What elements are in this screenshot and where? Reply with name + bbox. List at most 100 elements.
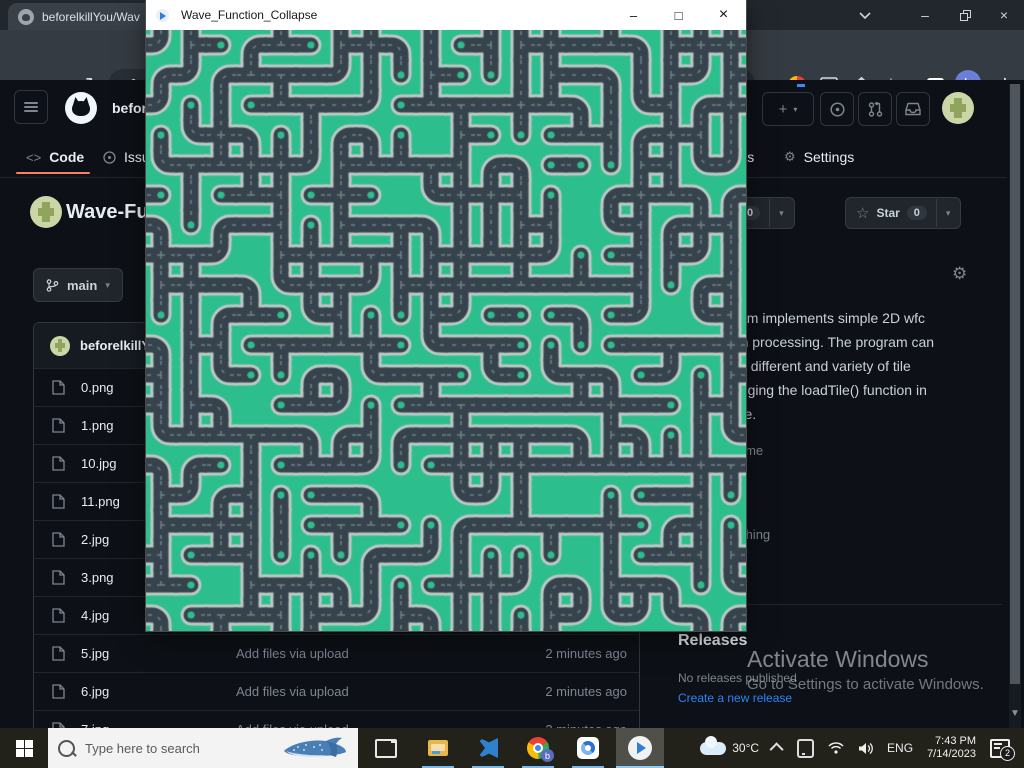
processing-icon (577, 737, 599, 759)
whale-shark-image (282, 735, 348, 761)
app-title-bar[interactable]: Wave_Function_Collapse – □ × (146, 0, 746, 30)
language-indicator[interactable]: ENG (880, 728, 920, 768)
inbox-icon[interactable] (896, 92, 930, 126)
wifi-icon (828, 742, 844, 754)
search-placeholder: Type here to search (85, 741, 282, 756)
temperature: 30°C (732, 741, 759, 755)
branch-icon (46, 279, 59, 292)
browser-close-button[interactable]: × (984, 0, 1024, 30)
phone-link-button[interactable] (790, 728, 821, 768)
app-close-button[interactable]: × (701, 0, 746, 30)
active-tab-underline (16, 172, 90, 174)
github-favicon (18, 9, 34, 25)
branch-selector[interactable]: main ▾ (33, 268, 123, 302)
file-row[interactable]: 6.jpg Add files via upload 2 minutes ago (34, 672, 639, 710)
star-icon: ☆ (856, 204, 869, 222)
vscode-icon (478, 738, 498, 758)
play-app-icon (628, 736, 652, 760)
file-icon (52, 380, 68, 395)
create-new-button[interactable]: + ▾ (762, 92, 814, 126)
star-count: 0 (907, 206, 927, 220)
volume-button[interactable] (851, 728, 880, 768)
user-avatar[interactable] (942, 92, 974, 124)
about-gear-icon[interactable]: ⚙ (952, 264, 967, 284)
app-minimize-button[interactable]: – (611, 0, 656, 30)
chevron-up-icon (770, 742, 784, 756)
browser-minimize-button[interactable]: – (905, 0, 945, 30)
wifi-button[interactable] (821, 728, 851, 768)
file-icon (52, 684, 68, 699)
issue-dot-icon (103, 151, 116, 164)
file-icon (52, 418, 68, 433)
repo-avatar (30, 196, 62, 228)
committer-avatar (50, 336, 70, 356)
chrome-button[interactable]: b (516, 728, 560, 768)
releases-heading: Releases (678, 632, 747, 650)
notification-icon: 2 (990, 739, 1010, 758)
task-view-button[interactable] (364, 728, 408, 768)
cloud-icon (700, 742, 726, 755)
file-icon (52, 494, 68, 509)
branch-name: main (67, 278, 97, 293)
file-icon (52, 456, 68, 471)
commit-message[interactable]: Add files via upload (236, 646, 545, 661)
star-button[interactable]: ☆ Star 0 ▾ (845, 197, 961, 229)
create-release-link[interactable]: Create a new release (678, 691, 792, 705)
activate-windows-watermark: Activate Windows (747, 646, 929, 673)
start-button[interactable] (0, 728, 48, 768)
tray-expand-button[interactable] (766, 728, 790, 768)
vscode-button[interactable] (466, 728, 510, 768)
pull-requests-icon[interactable] (858, 92, 892, 126)
hamburger-icon (24, 102, 38, 112)
file-name[interactable]: 6.jpg (81, 684, 236, 699)
page-scrollbar[interactable]: ▼ (1009, 84, 1021, 728)
chrome-profile-badge: b (541, 749, 554, 762)
processing-button[interactable] (566, 728, 610, 768)
file-row[interactable]: 5.jpg Add files via upload 2 minutes ago (34, 634, 639, 672)
tab-search-chevron-icon[interactable] (845, 0, 885, 30)
notification-center-button[interactable]: 2 (983, 728, 1024, 768)
taskbar-search[interactable]: Type here to search (48, 728, 358, 768)
browser-tab-title: beforelkillYou/Wav (42, 10, 140, 24)
wfc-app-window: Wave_Function_Collapse – □ × (146, 0, 746, 631)
scrollbar-thumb[interactable] (1010, 84, 1020, 684)
task-view-icon (375, 739, 397, 758)
tray-date: 7/14/2023 (927, 748, 976, 761)
file-icon (52, 570, 68, 585)
browser-restore-button[interactable] (945, 0, 985, 30)
system-tray: 30°C ENG 7:43 PM 7/14/2023 2 (693, 728, 1024, 768)
app-maximize-button[interactable]: □ (656, 0, 701, 30)
taskbar: Type here to search b 30°C ENG 7:43 PM (0, 728, 1024, 768)
file-explorer-button[interactable] (416, 728, 460, 768)
tab-settings[interactable]: ⚙ Settings (784, 142, 854, 172)
wfc-maze-canvas (146, 30, 746, 631)
speaker-icon (858, 742, 873, 755)
activate-windows-subtext: Go to Settings to activate Windows. (747, 676, 984, 693)
commit-time: 2 minutes ago (545, 684, 627, 699)
code-icon: <> (26, 150, 41, 165)
phone-link-icon (797, 739, 814, 758)
notification-badge: 2 (1000, 746, 1015, 761)
file-name[interactable]: 5.jpg (81, 646, 236, 661)
gear-icon: ⚙ (784, 149, 796, 165)
app-icon (156, 9, 169, 22)
search-icon (58, 740, 75, 757)
hamburger-menu-button[interactable] (14, 90, 48, 124)
weather-widget[interactable]: 30°C (693, 728, 766, 768)
chrome-icon: b (527, 737, 549, 759)
clock[interactable]: 7:43 PM 7/14/2023 (920, 728, 983, 768)
tab-code[interactable]: <> Code (26, 142, 84, 172)
commit-time: 2 minutes ago (545, 646, 627, 661)
file-explorer-icon (428, 740, 448, 756)
wfc-sketch-button[interactable] (616, 728, 664, 768)
app-window-title: Wave_Function_Collapse (181, 8, 611, 22)
commit-message[interactable]: Add files via upload (236, 684, 545, 699)
windows-logo-icon (16, 740, 33, 757)
scrollbar-down-arrow[interactable]: ▼ (1010, 708, 1020, 719)
issues-icon[interactable] (820, 92, 854, 126)
file-icon (52, 532, 68, 547)
tray-time: 7:43 PM (927, 735, 976, 748)
file-icon (52, 608, 68, 623)
github-logo-icon[interactable] (65, 92, 97, 124)
file-icon (52, 646, 68, 661)
